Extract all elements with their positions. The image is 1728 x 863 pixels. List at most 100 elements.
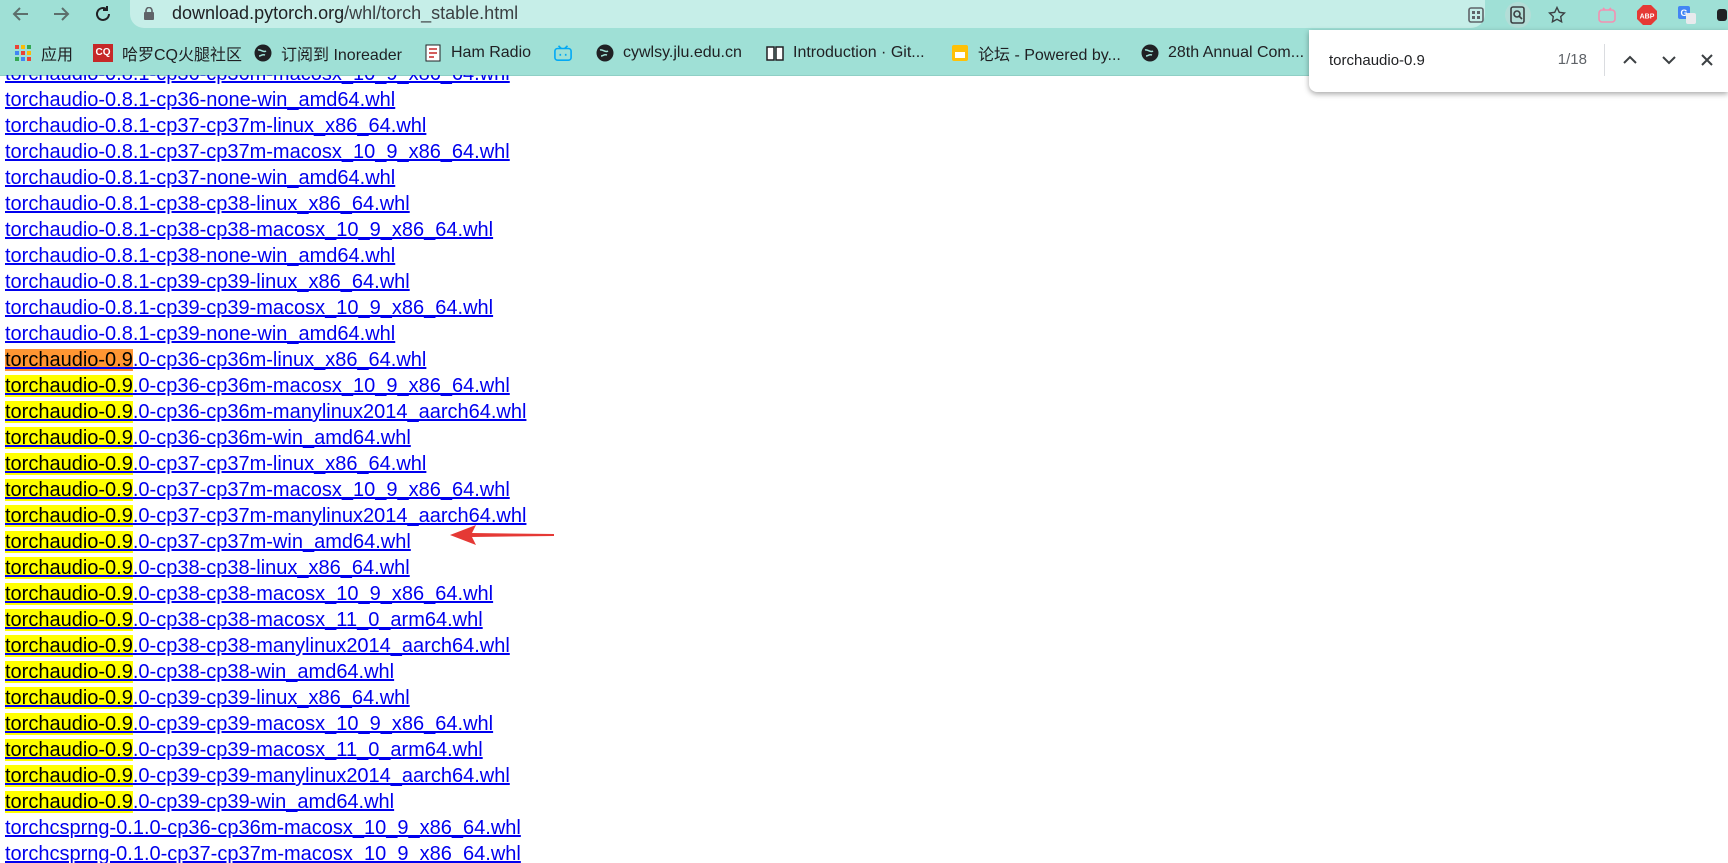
translate-icon[interactable]: G <box>1674 2 1700 28</box>
reload-button[interactable] <box>88 0 118 28</box>
profile-icon[interactable] <box>1714 2 1728 28</box>
list-item: torchaudio-0.8.1-cp39-cp39-linux_x86_64.… <box>5 269 526 295</box>
list-item: torchaudio-0.8.1-cp38-cp38-linux_x86_64.… <box>5 191 526 217</box>
match-highlight: torchaudio-0.9 <box>5 427 133 449</box>
bookmark-label: 应用 <box>41 46 74 64</box>
bookmark-forum[interactable]: 论坛 - Powered by... <box>951 30 1121 75</box>
bilibili-icon <box>554 44 572 62</box>
bookmark-cq[interactable]: CQ 哈罗CQ火腿社区 <box>93 30 242 75</box>
list-item: torchaudio-0.9.0-cp39-cp39-linux_x86_64.… <box>5 685 526 711</box>
bookmark-cywlsy[interactable]: cywlsy.jlu.edu.cn <box>596 30 742 75</box>
bookmark-28th-annual[interactable]: 28th Annual Com... <box>1141 30 1304 75</box>
wheel-link-suffix: .0-cp39-cp39-macosx_11_0_arm64.whl <box>132 739 483 761</box>
find-next-button[interactable] <box>1655 46 1683 74</box>
match-highlight: torchaudio-0.9 <box>5 505 133 527</box>
list-item: torchcsprng-0.1.0-cp36-cp36m-macosx_10_9… <box>5 815 526 841</box>
bookmark-label: 28th Annual Com... <box>1168 43 1305 61</box>
list-item: torchaudio-0.9.0-cp39-cp39-win_amd64.whl <box>5 789 526 815</box>
chevron-down-icon <box>1662 56 1676 65</box>
match-highlight: torchaudio-0.9 <box>5 609 133 631</box>
list-item: torchaudio-0.9.0-cp36-cp36m-manylinux201… <box>5 399 526 425</box>
chevron-up-icon <box>1623 55 1637 64</box>
bookmark-apps[interactable]: 应用 <box>14 30 73 75</box>
find-in-page-icon[interactable] <box>1505 2 1531 28</box>
wheel-link-suffix: .0-cp38-cp38-linux_x86_64.whl <box>132 557 410 579</box>
screenshot-icon[interactable] <box>1463 2 1489 28</box>
wheel-link-match[interactable]: torchaudio-0.9.0-cp36-cp36m-linux_x86_64… <box>5 349 426 371</box>
wheel-link-match[interactable]: torchaudio-0.9.0-cp36-cp36m-win_amd64.wh… <box>5 427 411 449</box>
wheel-link-suffix: .0-cp36-cp36m-linux_x86_64.whl <box>132 349 427 371</box>
wheel-link-match[interactable]: torchaudio-0.9.0-cp37-cp37m-linux_x86_64… <box>5 453 426 475</box>
wheel-link-pointed[interactable]: torchaudio-0.9.0-cp37-cp37m-win_amd64.wh… <box>5 531 411 553</box>
bookmark-git-intro[interactable]: Introduction · Git... <box>766 30 925 75</box>
wheel-link-match[interactable]: torchaudio-0.9.0-cp38-cp38-macosx_10_9_x… <box>5 583 493 605</box>
close-icon <box>1701 54 1713 66</box>
find-previous-button[interactable] <box>1616 46 1644 74</box>
wheel-link[interactable]: torchaudio-0.8.1-cp39-cp39-linux_x86_64.… <box>5 271 410 293</box>
find-close-button[interactable] <box>1693 46 1721 74</box>
bookmark-inoreader[interactable]: 订阅到 Inoreader <box>254 30 402 75</box>
bookmark-label: 订阅到 Inoreader <box>281 46 402 64</box>
wheel-link-suffix: .0-cp39-cp39-win_amd64.whl <box>132 791 395 813</box>
wheel-link[interactable]: torchaudio-0.8.1-cp39-cp39-macosx_10_9_x… <box>5 297 493 319</box>
bookmark-star-icon[interactable] <box>1544 2 1570 28</box>
wheel-link[interactable]: torchaudio-0.8.1-cp36-cp36m-macosx_10_9_… <box>5 75 510 85</box>
adblock-plus-icon[interactable]: ABP <box>1634 2 1660 28</box>
list-item: torchaudio-0.8.1-cp37-none-win_amd64.whl <box>5 165 526 191</box>
arrow-left-icon <box>12 7 28 21</box>
wheel-link-suffix: .0-cp39-cp39-linux_x86_64.whl <box>132 687 410 709</box>
wheel-link[interactable]: torchaudio-0.8.1-cp39-none-win_amd64.whl <box>5 323 395 345</box>
bookmark-label: 哈罗CQ火腿社区 <box>122 46 243 64</box>
forward-button[interactable] <box>46 0 76 28</box>
list-item: torchaudio-0.8.1-cp37-cp37m-linux_x86_64… <box>5 113 526 139</box>
bookmark-ham-radio[interactable]: Ham Radio <box>424 30 531 75</box>
match-highlight: torchaudio-0.9 <box>5 791 133 813</box>
wheel-link-suffix: .0-cp38-cp38-win_amd64.whl <box>132 661 395 683</box>
wheel-link-match[interactable]: torchaudio-0.9.0-cp38-cp38-manylinux2014… <box>5 635 510 657</box>
wheel-link-match[interactable]: torchaudio-0.9.0-cp39-cp39-manylinux2014… <box>5 765 510 787</box>
match-highlight: torchaudio-0.9 <box>5 453 133 475</box>
wheel-link-match[interactable]: torchaudio-0.9.0-cp39-cp39-macosx_10_9_x… <box>5 713 493 735</box>
wheel-link[interactable]: torchaudio-0.8.1-cp37-cp37m-macosx_10_9_… <box>5 141 510 163</box>
url-text[interactable]: download.pytorch.org/whl/torch_stable.ht… <box>172 3 518 24</box>
wheel-link-match[interactable]: torchaudio-0.9.0-cp36-cp36m-manylinux201… <box>5 401 526 423</box>
wheel-link[interactable]: torchaudio-0.8.1-cp38-none-win_amd64.whl <box>5 245 395 267</box>
list-item: torchaudio-0.8.1-cp36-none-win_amd64.whl <box>5 87 526 113</box>
wheel-link-suffix: .0-cp36-cp36m-win_amd64.whl <box>132 427 411 449</box>
bookmark-bilibili[interactable] <box>554 30 581 75</box>
wheel-link-match[interactable]: torchaudio-0.9.0-cp39-cp39-linux_x86_64.… <box>5 687 410 709</box>
wheel-link-match[interactable]: torchaudio-0.9.0-cp36-cp36m-macosx_10_9_… <box>5 375 510 397</box>
match-highlight: torchaudio-0.9 <box>5 687 133 709</box>
find-input[interactable] <box>1329 49 1529 71</box>
match-highlight: torchaudio-0.9 <box>5 375 133 397</box>
wheel-link-match[interactable]: torchaudio-0.9.0-cp38-cp38-linux_x86_64.… <box>5 557 410 579</box>
wheel-link[interactable]: torchaudio-0.8.1-cp38-cp38-linux_x86_64.… <box>5 193 410 215</box>
list-item: torchaudio-0.8.1-cp38-cp38-macosx_10_9_x… <box>5 217 526 243</box>
wheel-link-match[interactable]: torchaudio-0.9.0-cp37-cp37m-macosx_10_9_… <box>5 479 510 501</box>
list-item: torchaudio-0.9.0-cp38-cp38-macosx_10_9_x… <box>5 581 526 607</box>
wheel-link-suffix: .0-cp36-cp36m-macosx_10_9_x86_64.whl <box>132 375 510 397</box>
lock-icon <box>144 7 154 20</box>
wheel-link[interactable]: torchcsprng-0.1.0-cp36-cp36m-macosx_10_9… <box>5 817 521 839</box>
bilibili-extension-icon[interactable] <box>1594 2 1620 28</box>
list-item: torchaudio-0.9.0-cp38-cp38-linux_x86_64.… <box>5 555 526 581</box>
match-highlight: torchaudio-0.9 <box>5 765 133 787</box>
wheel-link-match[interactable]: torchaudio-0.9.0-cp38-cp38-macosx_11_0_a… <box>5 609 483 631</box>
wheel-link[interactable]: torchaudio-0.8.1-cp38-cp38-macosx_10_9_x… <box>5 219 493 241</box>
wheel-link-match[interactable]: torchaudio-0.9.0-cp39-cp39-macosx_11_0_a… <box>5 739 483 761</box>
address-bar[interactable]: download.pytorch.org/whl/torch_stable.ht… <box>130 0 1485 28</box>
wheel-link[interactable]: torchcsprng-0.1.0-cp37-cp37m-macosx_10_9… <box>5 843 521 863</box>
list-item: torchaudio-0.9.0-cp38-cp38-manylinux2014… <box>5 633 526 659</box>
wheel-link-match[interactable]: torchaudio-0.9.0-cp39-cp39-win_amd64.whl <box>5 791 394 813</box>
wheel-link-suffix: .0-cp36-cp36m-manylinux2014_aarch64.whl <box>132 401 527 423</box>
wheel-link-match[interactable]: torchaudio-0.9.0-cp38-cp38-win_amd64.whl <box>5 661 394 683</box>
globe-icon <box>1141 44 1159 62</box>
wheel-link[interactable]: torchaudio-0.8.1-cp37-none-win_amd64.whl <box>5 167 395 189</box>
wheel-link[interactable]: torchaudio-0.8.1-cp37-cp37m-linux_x86_64… <box>5 115 426 137</box>
svg-text:ABP: ABP <box>1640 14 1655 21</box>
bookmark-label: cywlsy.jlu.edu.cn <box>623 43 742 61</box>
forum-icon <box>951 44 969 62</box>
wheel-link[interactable]: torchaudio-0.8.1-cp36-none-win_amd64.whl <box>5 89 395 111</box>
list-item: torchaudio-0.9.0-cp37-cp37m-macosx_10_9_… <box>5 477 526 503</box>
back-button[interactable] <box>6 0 36 28</box>
